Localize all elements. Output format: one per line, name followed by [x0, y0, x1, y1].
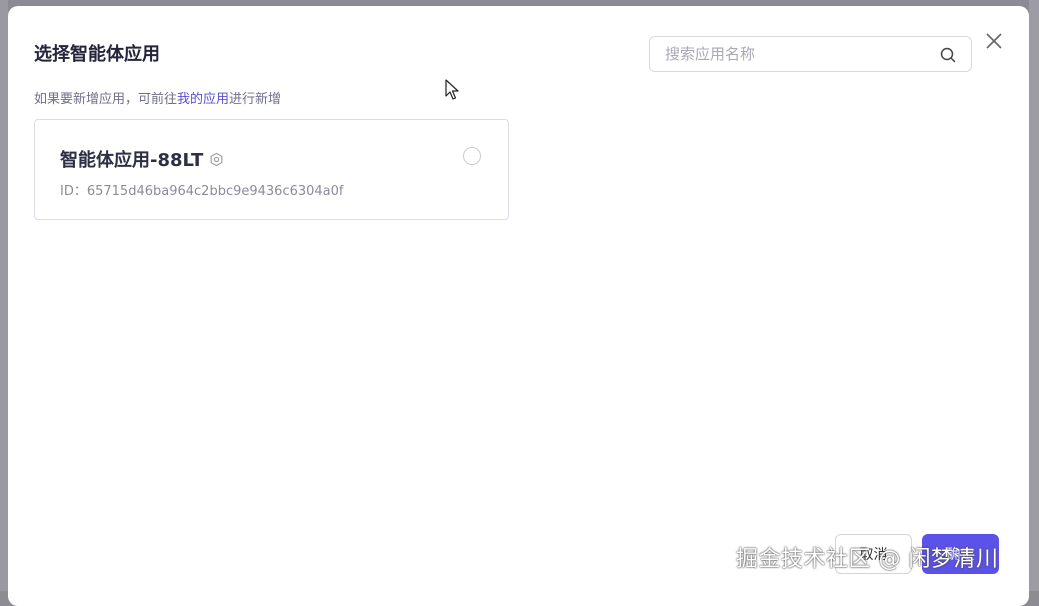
- watermark: 掘金技术社区 @ 闲梦清川: [736, 547, 999, 572]
- app-id: ID：65715d46ba964c2bbc9e9436c6304a0f: [60, 184, 344, 199]
- close-icon[interactable]: [984, 31, 1004, 51]
- search-box[interactable]: [649, 36, 972, 72]
- select-app-modal: 选择智能体应用 如果要新增应用，可前往我的应用进行新增 智能体应用-88LT I…: [8, 6, 1029, 606]
- hexagon-icon: [210, 152, 223, 166]
- background-page-edge: [0, 0, 8, 591]
- app-select-radio[interactable]: [463, 147, 481, 165]
- search-icon[interactable]: [939, 46, 957, 64]
- app-name-row: 智能体应用-88LT: [60, 146, 224, 172]
- hint-prefix: 如果要新增应用，可前往: [34, 92, 178, 107]
- mouse-cursor-icon: [445, 79, 459, 100]
- modal-title: 选择智能体应用: [34, 44, 160, 65]
- app-card[interactable]: 智能体应用-88LT ID：65715d46ba964c2bbc9e9436c6…: [34, 119, 509, 220]
- app-name: 智能体应用-88LT: [60, 150, 204, 171]
- my-apps-link[interactable]: 我的应用: [177, 92, 229, 107]
- hint-suffix: 进行新增: [229, 92, 282, 107]
- search-input[interactable]: [663, 44, 927, 64]
- hint-text: 如果要新增应用，可前往我的应用进行新增: [34, 88, 281, 107]
- background-page-right-edge: [1029, 0, 1039, 591]
